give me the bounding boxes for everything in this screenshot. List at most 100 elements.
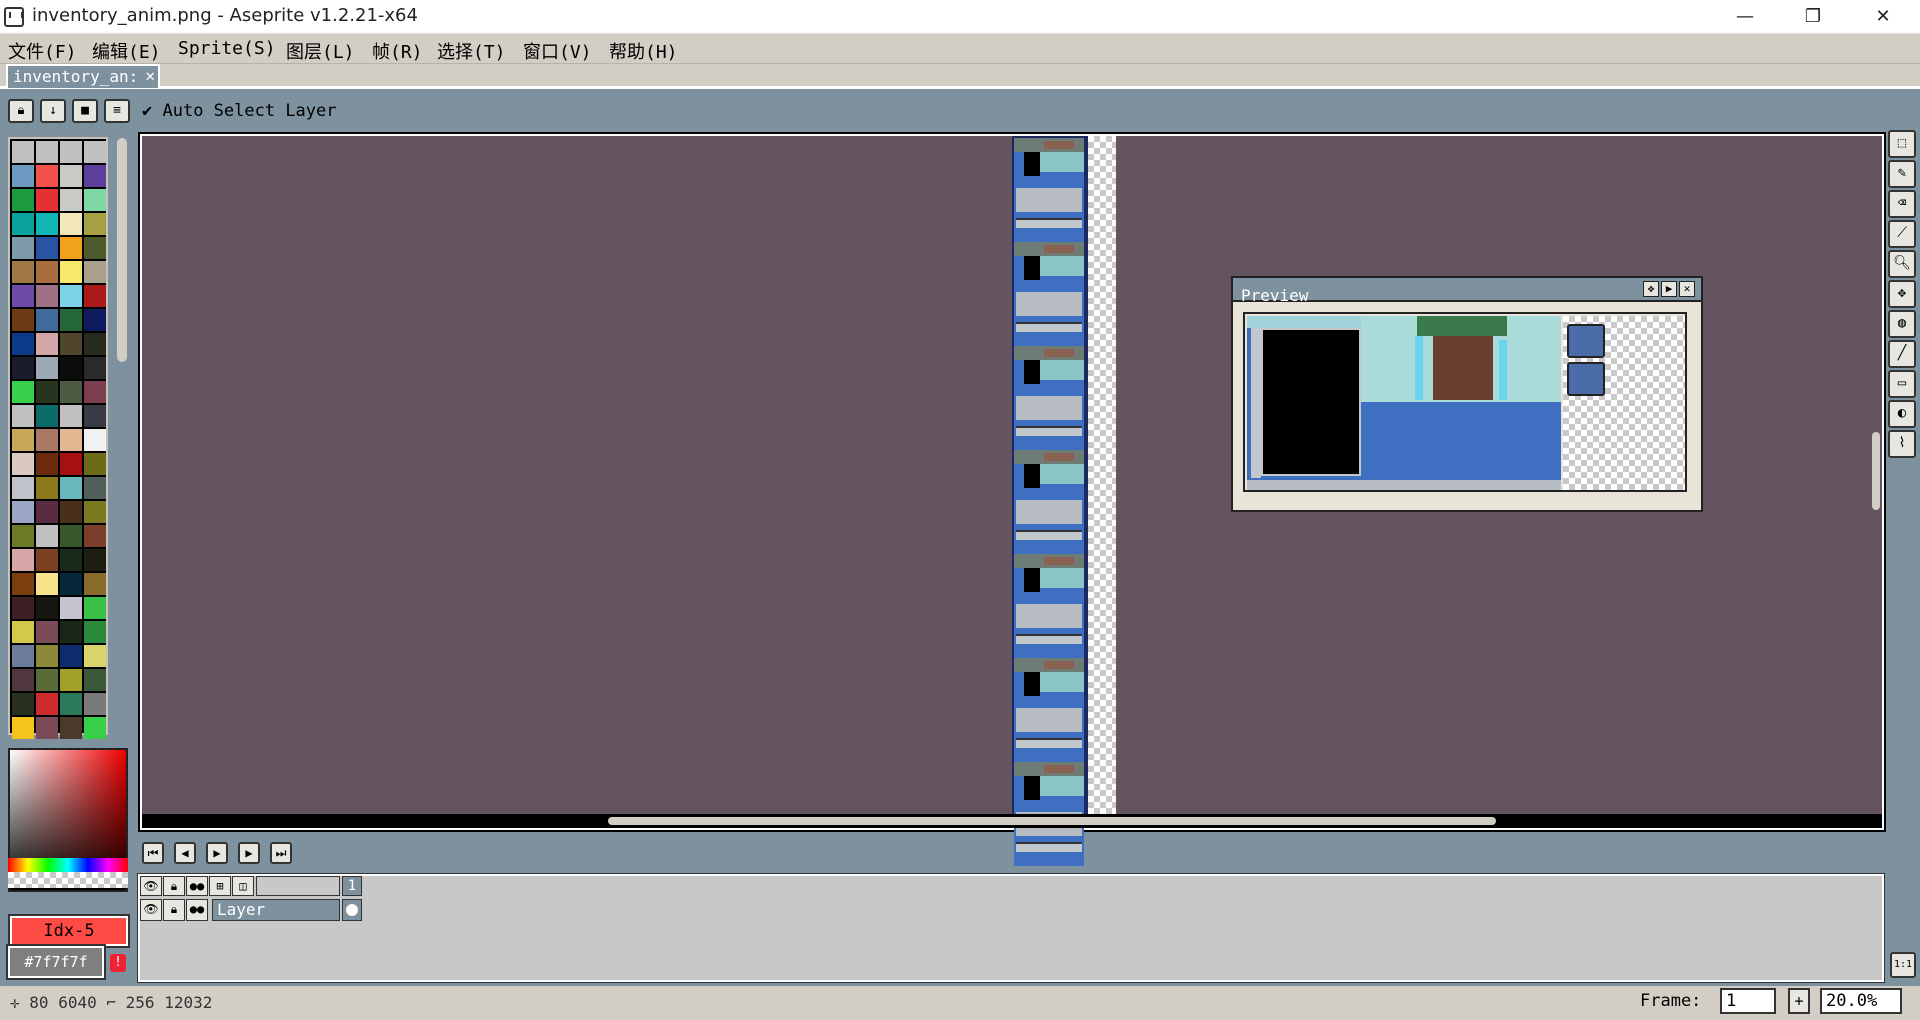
layer-continuous-icon[interactable]: ●● <box>186 899 208 921</box>
palette-swatch[interactable] <box>36 189 58 211</box>
palette-swatch[interactable] <box>12 285 34 307</box>
palette-swatch[interactable] <box>36 309 58 331</box>
minimize-button[interactable]: — <box>1710 0 1780 34</box>
palette-swatch[interactable] <box>60 597 82 619</box>
frame-column-header[interactable]: 1 <box>342 876 362 896</box>
first-frame-button[interactable]: ⏮ <box>142 842 164 864</box>
palette-swatch[interactable] <box>84 213 106 235</box>
palette-swatch[interactable] <box>84 549 106 571</box>
layer-visibility-icon[interactable]: 👁︎ <box>140 899 162 921</box>
palette-swatch[interactable] <box>84 357 106 379</box>
auto-select-layer-option[interactable]: ✔ Auto Select Layer <box>142 101 337 121</box>
menu-select[interactable]: 选择(T) <box>437 38 506 64</box>
palette-swatch[interactable] <box>84 573 106 595</box>
hue-slider[interactable] <box>8 858 128 872</box>
palette-swatch[interactable] <box>84 645 106 667</box>
palette-swatch[interactable] <box>12 645 34 667</box>
palette-swatch[interactable] <box>36 693 58 715</box>
palette-swatch[interactable] <box>60 333 82 355</box>
palette-swatch[interactable] <box>36 333 58 355</box>
vertical-scrollbar[interactable] <box>1872 432 1880 510</box>
palette-swatch[interactable] <box>36 141 58 163</box>
palette-swatch[interactable] <box>36 237 58 259</box>
palette-swatch[interactable] <box>60 717 82 739</box>
palette-swatch[interactable] <box>12 453 34 475</box>
eyedropper-icon[interactable]: ⟋ <box>1888 220 1916 248</box>
menu-help[interactable]: 帮助(H) <box>609 38 678 64</box>
palette-swatch[interactable] <box>84 285 106 307</box>
timeline-panel[interactable] <box>137 873 1885 983</box>
move-icon[interactable]: ✥ <box>1888 280 1916 308</box>
palette-swatch[interactable] <box>12 573 34 595</box>
palette-swatch[interactable] <box>60 549 82 571</box>
palette-swatch[interactable] <box>36 573 58 595</box>
palette-swatch[interactable] <box>84 261 106 283</box>
palette-swatch[interactable] <box>36 549 58 571</box>
square-icon[interactable]: ■ <box>72 99 98 123</box>
frame-input[interactable]: 1 <box>1720 988 1776 1014</box>
sprite-sheet[interactable] <box>1012 136 1116 866</box>
palette-swatch[interactable] <box>12 597 34 619</box>
palette-swatch[interactable] <box>84 237 106 259</box>
palette-swatch[interactable] <box>84 405 106 427</box>
palette-swatch[interactable] <box>84 597 106 619</box>
palette-swatch[interactable] <box>36 405 58 427</box>
menu-frame[interactable]: 帧(R) <box>372 38 423 64</box>
menu-sprite[interactable]: Sprite(S) <box>178 38 276 59</box>
palette-swatch[interactable] <box>36 357 58 379</box>
palette-swatch[interactable] <box>12 429 34 451</box>
palette-scrollbar[interactable] <box>117 138 127 362</box>
cel-frame-1[interactable] <box>342 899 362 921</box>
menu-layer[interactable]: 图层(L) <box>286 38 355 64</box>
palette-swatch[interactable] <box>84 189 106 211</box>
palette-swatch[interactable] <box>84 333 106 355</box>
tab-close-icon[interactable]: ✕ <box>145 66 155 85</box>
palette-swatch[interactable] <box>12 525 34 547</box>
one-to-one-zoom-button[interactable]: 1:1 <box>1890 952 1916 978</box>
palette-swatch[interactable] <box>84 669 106 691</box>
palette-swatch[interactable] <box>12 189 34 211</box>
palette-swatch[interactable] <box>36 453 58 475</box>
palette-swatch[interactable] <box>60 693 82 715</box>
palette-swatch[interactable] <box>36 261 58 283</box>
palette-swatch[interactable] <box>84 381 106 403</box>
palette-swatch[interactable] <box>60 141 82 163</box>
lock-icon[interactable]: 🔒︎ <box>8 99 34 123</box>
menu-edit[interactable]: 编辑(E) <box>92 38 161 64</box>
palette-swatch[interactable] <box>84 453 106 475</box>
palette-swatch[interactable] <box>12 669 34 691</box>
menu-file[interactable]: 文件(F) <box>8 38 77 64</box>
palette-swatch[interactable] <box>60 261 82 283</box>
rectangle-icon[interactable]: ▭ <box>1888 370 1916 398</box>
play-button[interactable]: ▶ <box>206 842 228 864</box>
palette-swatch[interactable] <box>60 453 82 475</box>
close-window-button[interactable]: ✕ <box>1848 0 1918 34</box>
paint-bucket-icon[interactable]: ◍ <box>1888 310 1916 338</box>
palette-swatch[interactable] <box>12 693 34 715</box>
palette-swatch[interactable] <box>12 621 34 643</box>
palette-swatch[interactable] <box>60 357 82 379</box>
palette-swatch[interactable] <box>60 237 82 259</box>
palette-swatch[interactable] <box>84 693 106 715</box>
palette-swatch[interactable] <box>60 381 82 403</box>
line-icon[interactable]: ╱ <box>1888 340 1916 368</box>
palette-swatch[interactable] <box>60 285 82 307</box>
palette-swatch[interactable] <box>60 621 82 643</box>
horizontal-scrollbar[interactable] <box>608 817 1496 825</box>
pencil-icon[interactable]: ✎ <box>1888 160 1916 188</box>
palette-swatch[interactable] <box>60 477 82 499</box>
palette-swatch[interactable] <box>36 525 58 547</box>
layer-row[interactable]: Layer <box>212 899 340 921</box>
new-frame-button[interactable]: + <box>1788 988 1810 1014</box>
continuous-header-icon[interactable]: ●● <box>186 876 208 896</box>
foreground-color-index[interactable]: Idx-5 <box>8 914 130 948</box>
blur-icon[interactable]: ◐ <box>1888 400 1916 428</box>
palette-swatch[interactable] <box>60 213 82 235</box>
palette-swatch[interactable] <box>36 501 58 523</box>
preview-window[interactable]: Preview ✥ ▶ ✕ <box>1231 276 1703 512</box>
warning-icon[interactable]: ! <box>110 954 126 972</box>
palette-swatch[interactable] <box>60 645 82 667</box>
last-frame-button[interactable]: ⏭ <box>270 842 292 864</box>
palette-swatch[interactable] <box>60 525 82 547</box>
palette-swatch[interactable] <box>60 189 82 211</box>
